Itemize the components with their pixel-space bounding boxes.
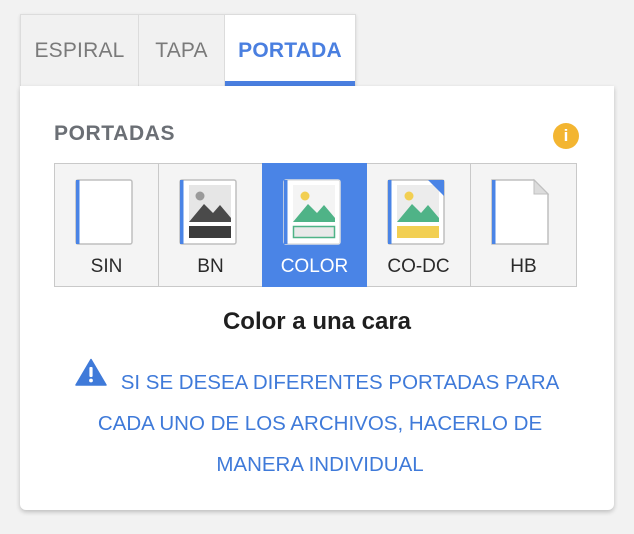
tab-portada[interactable]: PORTADA (225, 15, 355, 86)
option-color[interactable]: COLOR (262, 163, 367, 287)
option-label: CO-DC (387, 256, 450, 277)
section-title: PORTADAS (54, 122, 176, 145)
tab-espiral[interactable]: ESPIRAL (21, 15, 139, 86)
option-bn[interactable]: BN (158, 163, 263, 287)
option-sin[interactable]: SIN (54, 163, 159, 287)
option-label: COLOR (280, 256, 349, 277)
option-co-dc[interactable]: CO-DC (366, 163, 471, 287)
option-hb[interactable]: HB (470, 163, 577, 287)
tab-bar: ESPIRAL TAPA PORTADA (20, 14, 356, 86)
cover-options: SIN BN COLOR CO-DC HB (54, 163, 581, 289)
blank-page-icon (75, 179, 133, 245)
option-label: BN (197, 256, 224, 277)
option-label: HB (510, 256, 537, 277)
folded-corner-page-icon (491, 178, 550, 245)
portadas-panel: PORTADAS i SIN BN COLOR CO-DC HB Color a… (20, 86, 614, 510)
color-image-page-icon (283, 179, 341, 245)
info-icon[interactable]: i (553, 123, 579, 149)
option-label: SIN (90, 256, 123, 277)
tab-tapa[interactable]: TAPA (139, 15, 225, 86)
bw-image-page-icon (179, 179, 237, 245)
warning-message: SI SE DESEA DIFERENTES PORTADAS PARA CAD… (97, 371, 560, 476)
color-double-page-icon (387, 179, 445, 245)
selected-option-caption: Color a una cara (222, 308, 412, 335)
